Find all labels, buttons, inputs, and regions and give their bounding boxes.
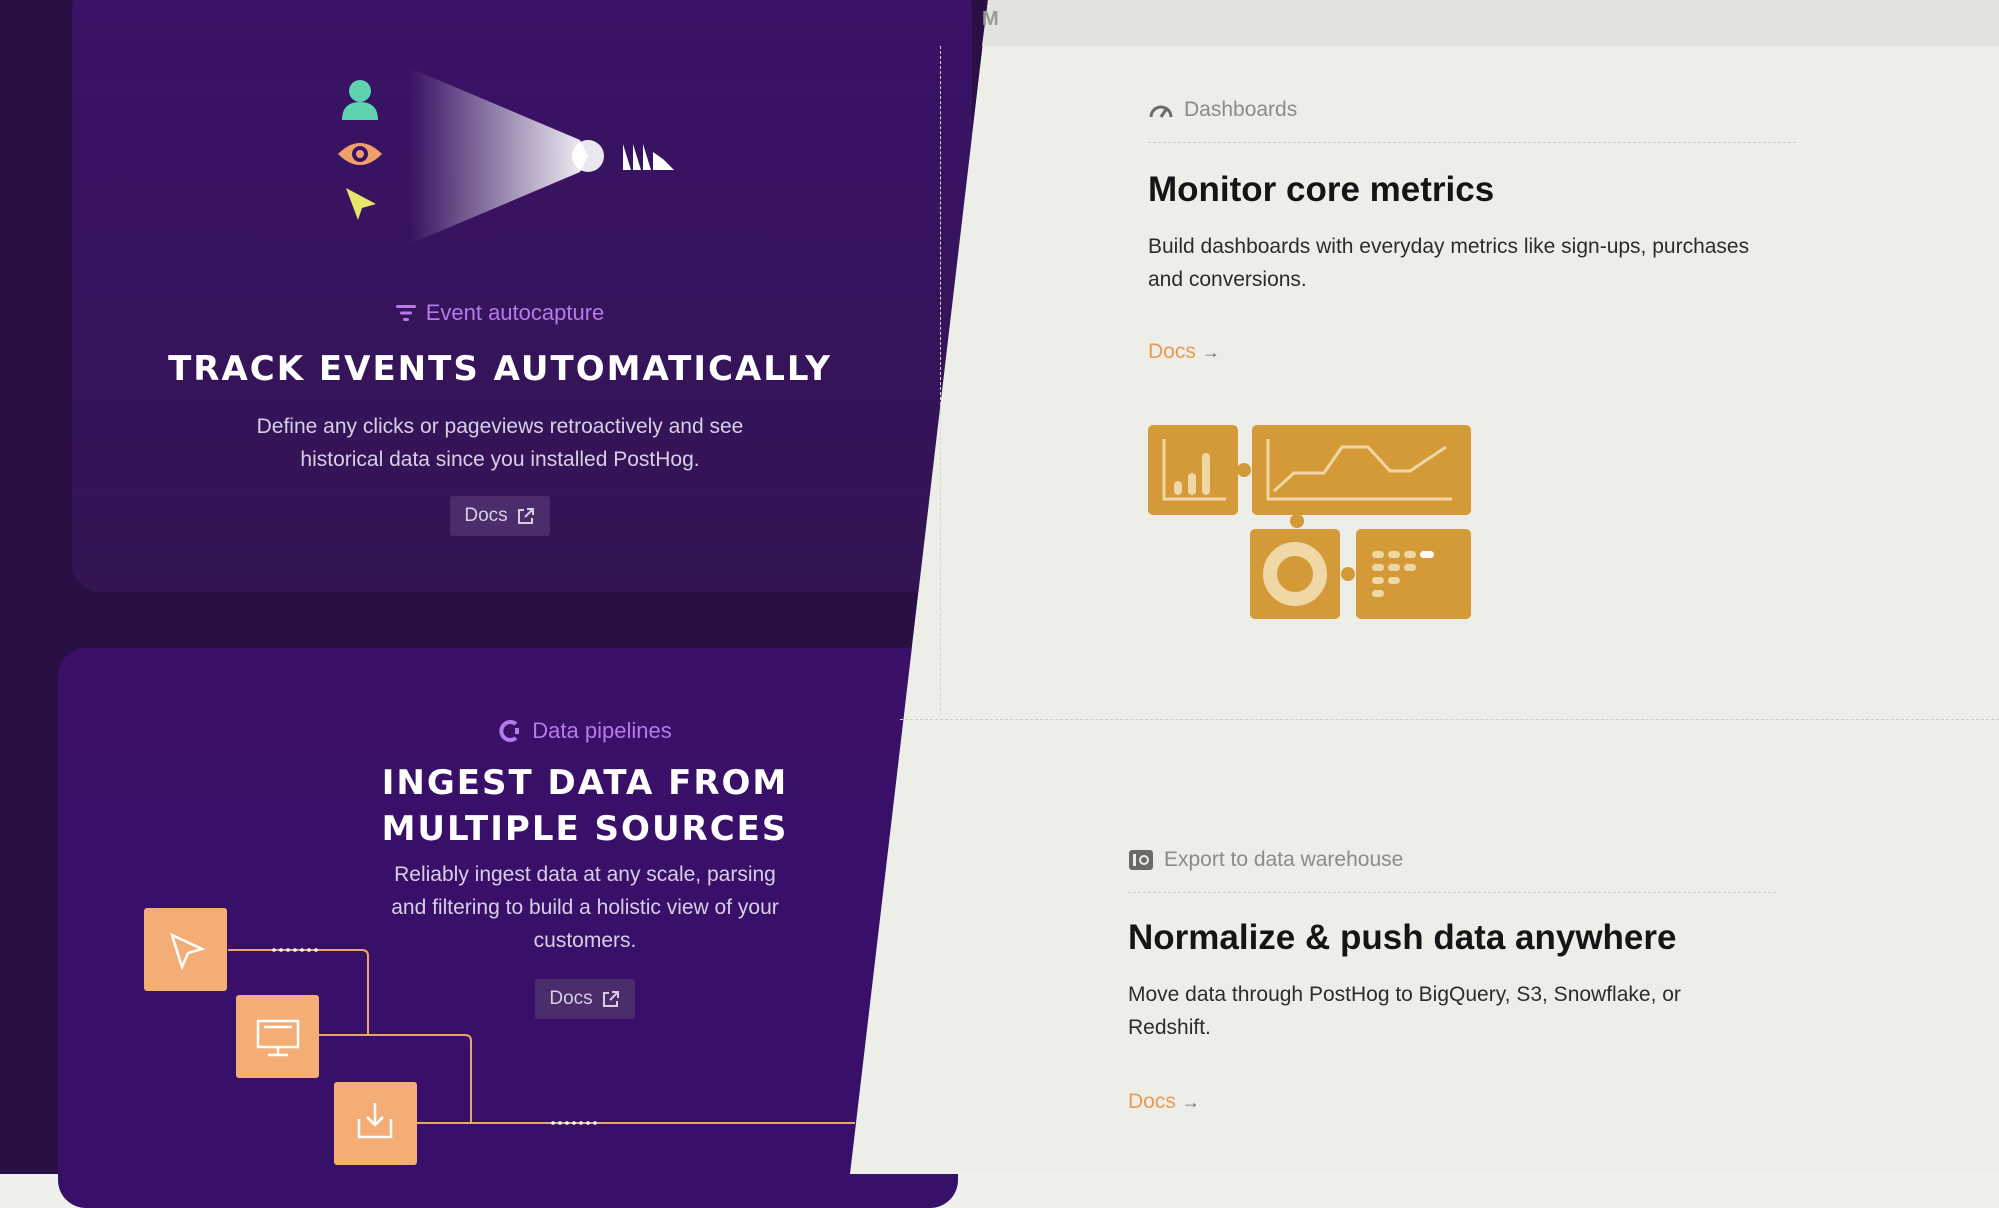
autocapture-description: Define any clicks or pageviews retroacti…: [140, 410, 860, 476]
external-link-icon: [517, 508, 534, 524]
export-tag-label: Export to data warehouse: [1164, 848, 1404, 871]
arrow-right-icon: →: [1201, 341, 1220, 362]
pipeline-source-monitor: [236, 995, 319, 1078]
dashboards-tag: Dashboards: [1148, 98, 1297, 122]
pipelines-description-line: Reliably ingest data at any scale, parsi…: [394, 863, 776, 886]
docs-label: Docs: [1128, 1090, 1176, 1113]
top-bar: [982, 0, 1999, 46]
dashboards-docs-link[interactable]: Docs →: [1148, 340, 1220, 364]
dashboards-description-line: and conversions.: [1148, 268, 1307, 291]
arrow-right-icon: →: [1181, 1091, 1200, 1112]
autocapture-docs-button[interactable]: Docs: [450, 496, 550, 536]
export-tag: Export to data warehouse: [1128, 848, 1403, 872]
dashboards-description: Build dashboards with everyday metrics l…: [1148, 230, 1749, 296]
cursor-icon: [346, 188, 376, 220]
docs-label: Docs: [1148, 340, 1196, 363]
pipelines-title-line: MULTIPLE SOURCES: [381, 809, 789, 849]
pipeline-source-cursor: [144, 908, 227, 991]
autocapture-section: Event autocapture TRACK EVENTS AUTOMATIC…: [140, 300, 860, 536]
pipeline-dots: [272, 948, 597, 1125]
hedgehog-logo-icon: [623, 144, 674, 170]
pipelines-title: INGEST DATA FROM MULTIPLE SOURCES: [225, 760, 945, 852]
beam-shape: [410, 68, 588, 244]
pipelines-tag: Data pipelines: [225, 718, 945, 744]
autocapture-description-line: historical data since you installed Post…: [300, 448, 700, 471]
pipelines-tag-label: Data pipelines: [532, 718, 672, 743]
pipeline-source-download: [334, 1082, 417, 1165]
export-description-line: Move data through PostHog to BigQuery, S…: [1128, 983, 1681, 1006]
pipelines-title-line: INGEST DATA FROM: [381, 763, 789, 803]
vertical-divider: [940, 46, 941, 716]
gauge-icon: [1149, 105, 1173, 118]
export-description-line: Redshift.: [1128, 1016, 1211, 1039]
person-icon: [342, 80, 378, 120]
list-tile: [1356, 529, 1471, 619]
docs-label: Docs: [464, 505, 508, 526]
autocapture-tag-label: Event autocapture: [425, 300, 605, 325]
autocapture-description-line: Define any clicks or pageviews retroacti…: [256, 415, 744, 438]
top-bar-text: M: [982, 8, 999, 30]
pipelines-illustration: [144, 908, 855, 1165]
autocapture-illustration: [338, 68, 674, 244]
dashboards-title: Monitor core metrics: [1148, 170, 1495, 209]
export-description: Move data through PostHog to BigQuery, S…: [1128, 978, 1681, 1044]
dashboards-divider: [1148, 142, 1796, 143]
pipeline-icon: [499, 720, 520, 742]
line-chart-tile: [1252, 425, 1471, 515]
dashboards-description-line: Build dashboards with everyday metrics l…: [1148, 235, 1750, 258]
bar-chart-tile: [1148, 425, 1238, 515]
eye-icon: [338, 143, 382, 165]
autocapture-tag: Event autocapture: [140, 300, 860, 326]
autocapture-title: TRACK EVENTS AUTOMATICALLY: [168, 349, 832, 389]
filter-icon: [395, 305, 416, 321]
warehouse-icon: [1129, 850, 1153, 870]
export-title: Normalize & push data anywhere: [1128, 918, 1677, 957]
horizontal-divider: [900, 719, 1999, 720]
dashboards-illustration: [1148, 425, 1471, 619]
dashboards-tag-label: Dashboards: [1184, 98, 1298, 121]
export-divider: [1128, 892, 1776, 893]
export-docs-link[interactable]: Docs →: [1128, 1090, 1200, 1114]
